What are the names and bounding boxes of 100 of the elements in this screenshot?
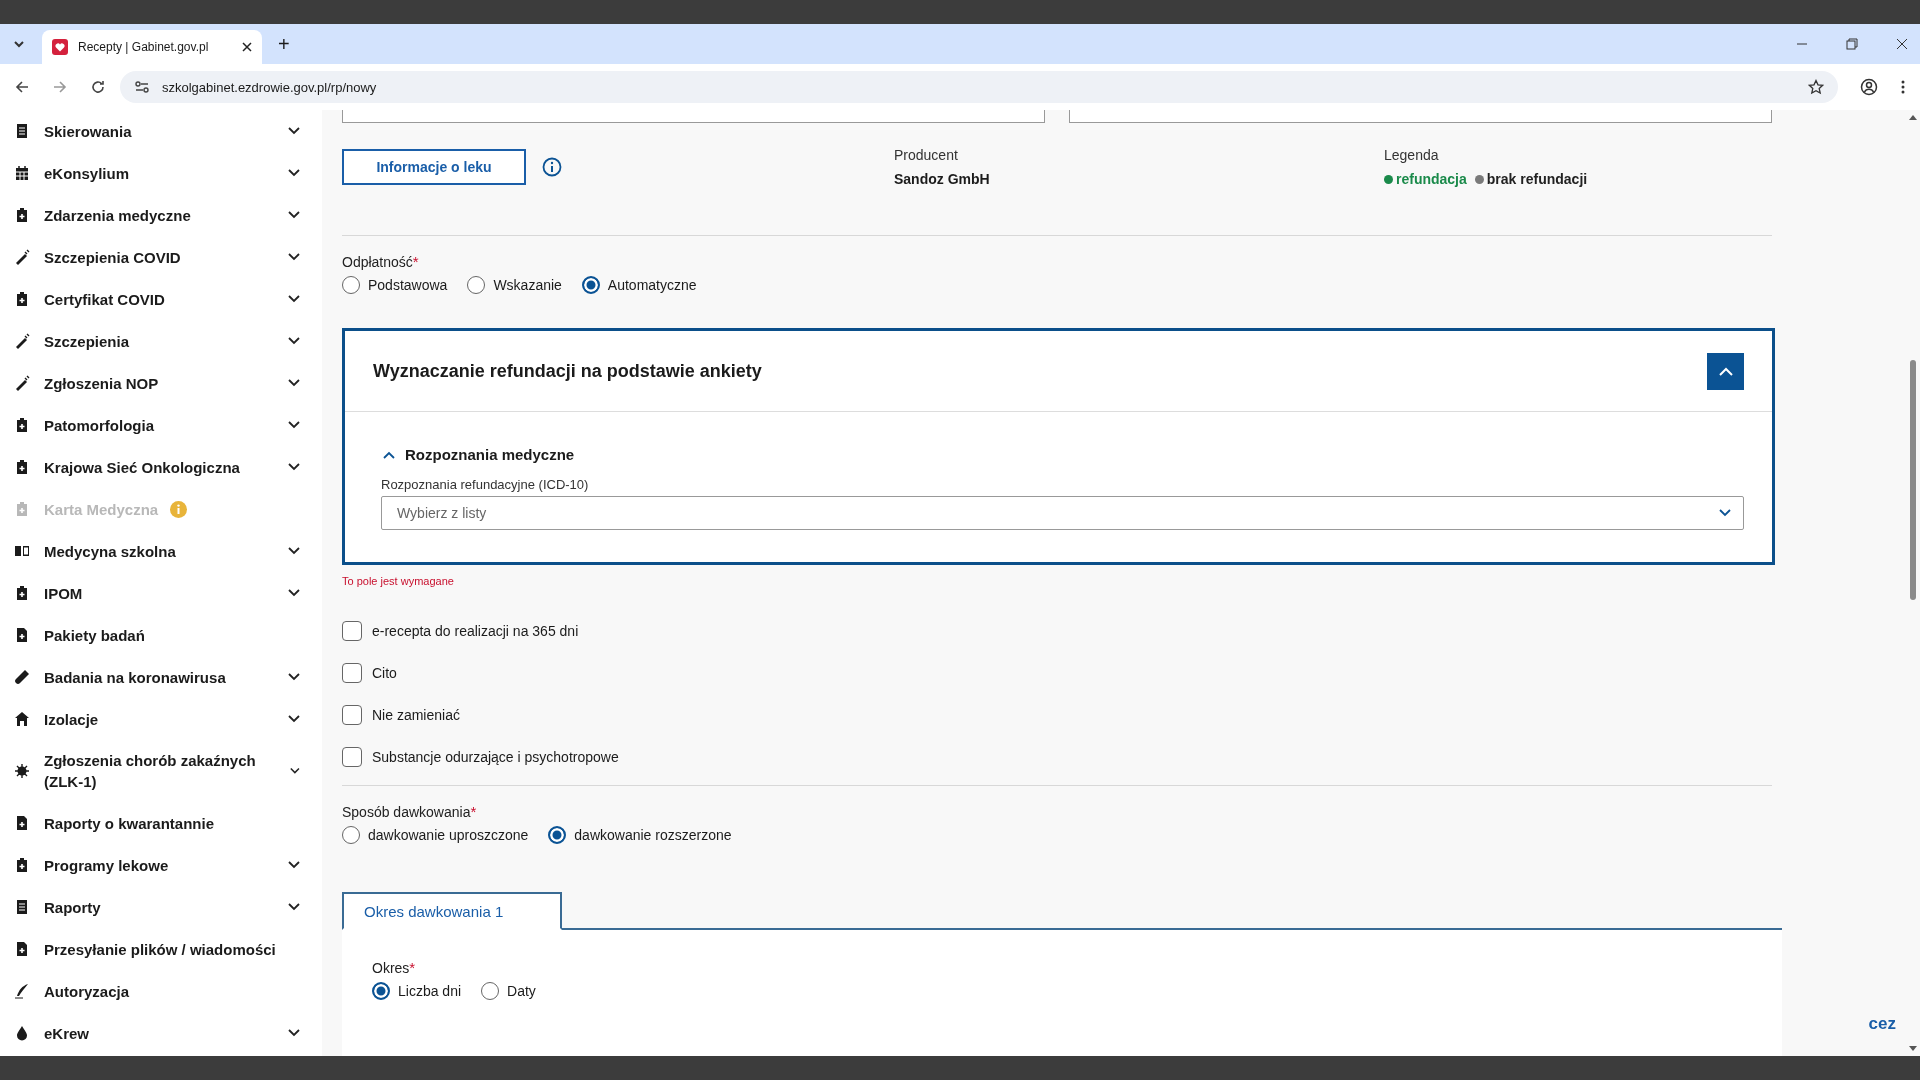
sidebar-item[interactable]: Krajowa Sieć Onkologiczna	[14, 446, 322, 488]
chevron-down-icon[interactable]	[288, 903, 300, 911]
medical-bag-icon	[14, 417, 30, 433]
chevron-down-icon[interactable]	[288, 1029, 300, 1037]
radio-option[interactable]: dawkowanie uproszczone	[342, 826, 529, 844]
chevron-up-icon[interactable]	[383, 450, 395, 459]
checkbox[interactable]	[342, 705, 362, 725]
sidebar-item[interactable]: Przesyłanie plików / wiadomości	[14, 928, 322, 970]
sidebar-item[interactable]: Szczepienia COVID	[14, 236, 322, 278]
chevron-down-icon[interactable]	[288, 421, 300, 429]
sidebar-item[interactable]: Badania na koronawirusa	[14, 656, 322, 698]
legend-label: refundacja	[1396, 171, 1467, 187]
chevron-down-icon[interactable]	[288, 169, 300, 177]
chevron-down-icon[interactable]	[288, 211, 300, 219]
radio-button[interactable]	[342, 276, 360, 294]
chevron-down-icon[interactable]	[288, 673, 300, 681]
sidebar-item[interactable]: Pakiety badań	[14, 614, 322, 656]
radio-button[interactable]	[481, 982, 500, 1000]
site-settings-icon[interactable]	[134, 79, 150, 95]
bookmark-star-icon[interactable]	[1808, 79, 1824, 95]
tab-title: Recepty | Gabinet.gov.pl	[78, 40, 210, 54]
medical-bag-icon	[14, 857, 30, 873]
medical-bag-icon	[14, 207, 30, 223]
radio-option[interactable]: Daty	[481, 982, 536, 1000]
collapse-button[interactable]	[1707, 352, 1744, 390]
chevron-down-icon[interactable]	[288, 295, 300, 303]
sidebar-item[interactable]: Skierowania	[14, 110, 322, 152]
drug-info-button[interactable]: Informacje o leku	[342, 149, 526, 185]
menu-icon[interactable]	[1900, 79, 1906, 95]
quill-icon	[14, 983, 30, 999]
chevron-down-icon[interactable]	[288, 253, 300, 261]
sidebar-item[interactable]: Zdarzenia medyczne	[14, 194, 322, 236]
select-field[interactable]: Wybierz z listy	[381, 496, 1744, 530]
info-icon[interactable]	[542, 157, 562, 177]
radio-button[interactable]	[342, 826, 360, 844]
radio-button[interactable]	[372, 982, 390, 1000]
favicon-icon	[52, 39, 68, 55]
medical-bag-icon	[14, 501, 30, 517]
radio-option[interactable]: Wskazanie	[467, 276, 562, 294]
sidebar-item[interactable]: Raporty o kwarantannie	[14, 802, 322, 844]
new-tab-button[interactable]: +	[272, 32, 296, 56]
address-field[interactable]: szkolgabinet.ezdrowie.gov.pl/rp/nowy	[120, 71, 1838, 103]
medical-bag-icon	[14, 585, 30, 601]
checkbox[interactable]	[342, 747, 362, 767]
radio-option[interactable]: dawkowanie rozszerzone	[548, 826, 732, 844]
checkbox-option[interactable]: e-recepta do realizacji na 365 dni	[342, 621, 579, 641]
drop-icon	[14, 1025, 30, 1041]
checkbox-option[interactable]: Nie zamieniać	[342, 705, 460, 725]
radio-option[interactable]: Podstawowa	[342, 276, 448, 294]
test-tube-icon	[14, 669, 30, 685]
radio-option[interactable]: Automatyczne	[581, 276, 697, 294]
checkbox-option[interactable]: Substancje odurzające i psychotropowe	[342, 747, 619, 767]
error-message: To pole jest wymagane	[342, 575, 454, 587]
restore-icon[interactable]	[1846, 38, 1858, 50]
sidebar-item[interactable]: Zgłoszenia NOP	[14, 362, 322, 404]
chevron-down-icon[interactable]	[288, 861, 300, 869]
chevron-down-icon[interactable]	[288, 547, 300, 555]
sidebar-item[interactable]: Autoryzacja	[14, 970, 322, 1012]
chevron-down-icon[interactable]	[290, 767, 300, 775]
sidebar-item[interactable]: Medycyna szkolna	[14, 530, 322, 572]
sidebar-item[interactable]: eKrew	[14, 1012, 322, 1054]
chevron-down-icon[interactable]	[288, 463, 300, 471]
syringe-icon	[14, 375, 30, 391]
document-plus-icon	[14, 941, 30, 957]
close-icon[interactable]	[1896, 38, 1908, 50]
sidebar-item[interactable]: eKonsylium	[14, 152, 322, 194]
chevron-down-icon[interactable]	[288, 589, 300, 597]
radio-button[interactable]	[548, 826, 567, 844]
sidebar-item[interactable]: Izolacje	[14, 698, 322, 740]
sidebar-item[interactable]: IPOM	[14, 572, 322, 614]
producer-name: Sandoz GmbH	[894, 171, 991, 187]
chevron-down-icon[interactable]	[288, 337, 300, 345]
tab[interactable]: Okres dawkowania 1	[342, 892, 562, 930]
reload-icon[interactable]	[90, 79, 106, 95]
sidebar-item[interactable]: Patomorfologia	[14, 404, 322, 446]
checkbox[interactable]	[342, 621, 362, 641]
forward-icon[interactable]	[52, 79, 68, 95]
book-icon	[14, 543, 30, 559]
section-toggle[interactable]: Rozpoznania medyczne	[383, 446, 1744, 463]
profile-icon[interactable]	[1860, 78, 1878, 96]
chevron-down-icon[interactable]	[288, 127, 300, 135]
checkbox[interactable]	[342, 663, 362, 683]
checkbox-option[interactable]: Cito	[342, 663, 397, 683]
document-icon	[14, 123, 30, 139]
back-icon[interactable]	[14, 79, 30, 95]
sidebar-item[interactable]: Certyfikat COVID	[14, 278, 322, 320]
sidebar-item[interactable]: Programy lekowe	[14, 844, 322, 886]
radio-option[interactable]: Liczba dni	[372, 982, 462, 1000]
radio-button[interactable]	[467, 276, 486, 294]
radio-button[interactable]	[581, 276, 600, 294]
browser-tab[interactable]: Recepty | Gabinet.gov.pl	[42, 30, 262, 64]
panel-title: Wyznaczanie refundacji na podstawie ankiety	[373, 360, 762, 382]
logo: cez	[1868, 1014, 1896, 1034]
sidebar-item[interactable]: Raporty	[14, 886, 322, 928]
chevron-down-icon[interactable]	[288, 715, 300, 723]
sidebar-item[interactable]: Zgłoszenia chorób zakaźnych (ZLK-1)	[14, 740, 322, 802]
chevron-down-icon[interactable]	[288, 379, 300, 387]
sidebar-item[interactable]: Szczepienia	[14, 320, 322, 362]
syringe-icon	[14, 333, 30, 349]
close-icon[interactable]	[242, 42, 252, 52]
